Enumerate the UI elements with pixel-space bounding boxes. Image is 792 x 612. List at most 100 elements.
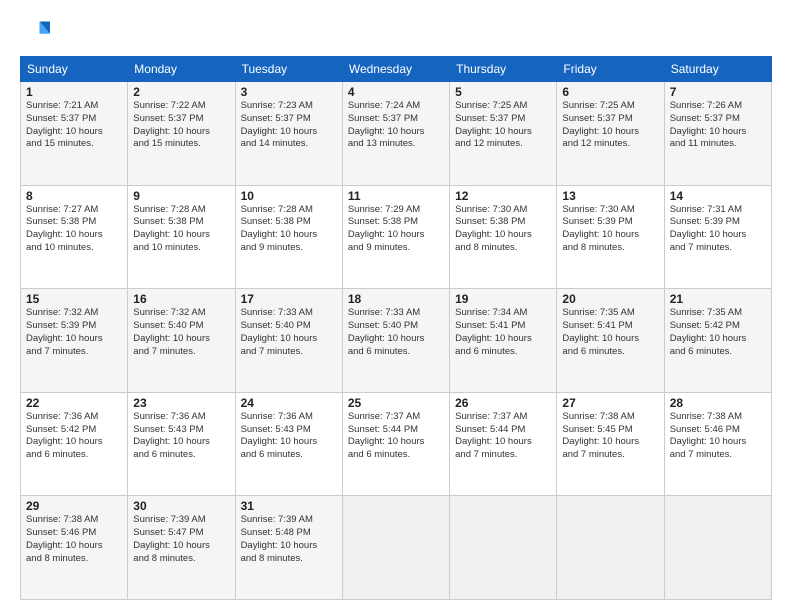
calendar-cell: 26Sunrise: 7:37 AM Sunset: 5:44 PM Dayli…	[450, 392, 557, 496]
calendar-cell: 27Sunrise: 7:38 AM Sunset: 5:45 PM Dayli…	[557, 392, 664, 496]
day-number: 25	[348, 396, 444, 410]
weekday-header-monday: Monday	[128, 57, 235, 82]
day-number: 28	[670, 396, 766, 410]
day-number: 18	[348, 292, 444, 306]
day-info: Sunrise: 7:25 AM Sunset: 5:37 PM Dayligh…	[455, 100, 551, 151]
day-number: 14	[670, 189, 766, 203]
day-number: 13	[562, 189, 658, 203]
day-info: Sunrise: 7:25 AM Sunset: 5:37 PM Dayligh…	[562, 100, 658, 151]
page: SundayMondayTuesdayWednesdayThursdayFrid…	[0, 0, 792, 612]
calendar-cell: 22Sunrise: 7:36 AM Sunset: 5:42 PM Dayli…	[21, 392, 128, 496]
day-info: Sunrise: 7:39 AM Sunset: 5:48 PM Dayligh…	[241, 514, 337, 565]
day-number: 8	[26, 189, 122, 203]
day-number: 15	[26, 292, 122, 306]
calendar-cell	[664, 496, 771, 600]
day-info: Sunrise: 7:26 AM Sunset: 5:37 PM Dayligh…	[670, 100, 766, 151]
calendar-cell: 17Sunrise: 7:33 AM Sunset: 5:40 PM Dayli…	[235, 289, 342, 393]
day-number: 1	[26, 85, 122, 99]
day-info: Sunrise: 7:28 AM Sunset: 5:38 PM Dayligh…	[133, 204, 229, 255]
calendar-cell: 6Sunrise: 7:25 AM Sunset: 5:37 PM Daylig…	[557, 82, 664, 186]
logo-icon	[22, 18, 50, 46]
day-number: 23	[133, 396, 229, 410]
weekday-header-saturday: Saturday	[664, 57, 771, 82]
calendar-week-row: 1Sunrise: 7:21 AM Sunset: 5:37 PM Daylig…	[21, 82, 772, 186]
calendar-cell: 28Sunrise: 7:38 AM Sunset: 5:46 PM Dayli…	[664, 392, 771, 496]
day-number: 16	[133, 292, 229, 306]
weekday-header-sunday: Sunday	[21, 57, 128, 82]
day-info: Sunrise: 7:28 AM Sunset: 5:38 PM Dayligh…	[241, 204, 337, 255]
day-info: Sunrise: 7:37 AM Sunset: 5:44 PM Dayligh…	[348, 411, 444, 462]
day-info: Sunrise: 7:27 AM Sunset: 5:38 PM Dayligh…	[26, 204, 122, 255]
day-info: Sunrise: 7:32 AM Sunset: 5:39 PM Dayligh…	[26, 307, 122, 358]
calendar-cell: 3Sunrise: 7:23 AM Sunset: 5:37 PM Daylig…	[235, 82, 342, 186]
day-info: Sunrise: 7:38 AM Sunset: 5:45 PM Dayligh…	[562, 411, 658, 462]
calendar-cell: 21Sunrise: 7:35 AM Sunset: 5:42 PM Dayli…	[664, 289, 771, 393]
day-info: Sunrise: 7:21 AM Sunset: 5:37 PM Dayligh…	[26, 100, 122, 151]
header	[20, 18, 772, 46]
calendar-week-row: 8Sunrise: 7:27 AM Sunset: 5:38 PM Daylig…	[21, 185, 772, 289]
calendar-cell: 4Sunrise: 7:24 AM Sunset: 5:37 PM Daylig…	[342, 82, 449, 186]
day-info: Sunrise: 7:36 AM Sunset: 5:43 PM Dayligh…	[241, 411, 337, 462]
calendar-cell: 18Sunrise: 7:33 AM Sunset: 5:40 PM Dayli…	[342, 289, 449, 393]
calendar-cell: 12Sunrise: 7:30 AM Sunset: 5:38 PM Dayli…	[450, 185, 557, 289]
day-info: Sunrise: 7:38 AM Sunset: 5:46 PM Dayligh…	[26, 514, 122, 565]
calendar-cell: 9Sunrise: 7:28 AM Sunset: 5:38 PM Daylig…	[128, 185, 235, 289]
day-info: Sunrise: 7:31 AM Sunset: 5:39 PM Dayligh…	[670, 204, 766, 255]
day-info: Sunrise: 7:36 AM Sunset: 5:43 PM Dayligh…	[133, 411, 229, 462]
day-info: Sunrise: 7:33 AM Sunset: 5:40 PM Dayligh…	[241, 307, 337, 358]
calendar-cell: 5Sunrise: 7:25 AM Sunset: 5:37 PM Daylig…	[450, 82, 557, 186]
day-info: Sunrise: 7:35 AM Sunset: 5:42 PM Dayligh…	[670, 307, 766, 358]
day-info: Sunrise: 7:36 AM Sunset: 5:42 PM Dayligh…	[26, 411, 122, 462]
day-info: Sunrise: 7:35 AM Sunset: 5:41 PM Dayligh…	[562, 307, 658, 358]
day-info: Sunrise: 7:24 AM Sunset: 5:37 PM Dayligh…	[348, 100, 444, 151]
calendar-cell: 11Sunrise: 7:29 AM Sunset: 5:38 PM Dayli…	[342, 185, 449, 289]
day-number: 29	[26, 499, 122, 513]
calendar-cell: 14Sunrise: 7:31 AM Sunset: 5:39 PM Dayli…	[664, 185, 771, 289]
calendar-cell: 7Sunrise: 7:26 AM Sunset: 5:37 PM Daylig…	[664, 82, 771, 186]
logo	[20, 18, 50, 46]
day-number: 30	[133, 499, 229, 513]
weekday-header-friday: Friday	[557, 57, 664, 82]
calendar-cell: 10Sunrise: 7:28 AM Sunset: 5:38 PM Dayli…	[235, 185, 342, 289]
day-number: 7	[670, 85, 766, 99]
calendar-cell: 31Sunrise: 7:39 AM Sunset: 5:48 PM Dayli…	[235, 496, 342, 600]
day-number: 3	[241, 85, 337, 99]
day-number: 11	[348, 189, 444, 203]
calendar-cell: 16Sunrise: 7:32 AM Sunset: 5:40 PM Dayli…	[128, 289, 235, 393]
day-info: Sunrise: 7:29 AM Sunset: 5:38 PM Dayligh…	[348, 204, 444, 255]
calendar-cell: 23Sunrise: 7:36 AM Sunset: 5:43 PM Dayli…	[128, 392, 235, 496]
calendar-cell: 15Sunrise: 7:32 AM Sunset: 5:39 PM Dayli…	[21, 289, 128, 393]
day-info: Sunrise: 7:37 AM Sunset: 5:44 PM Dayligh…	[455, 411, 551, 462]
weekday-header-row: SundayMondayTuesdayWednesdayThursdayFrid…	[21, 57, 772, 82]
day-info: Sunrise: 7:30 AM Sunset: 5:39 PM Dayligh…	[562, 204, 658, 255]
calendar-table: SundayMondayTuesdayWednesdayThursdayFrid…	[20, 56, 772, 600]
calendar-cell	[450, 496, 557, 600]
day-number: 2	[133, 85, 229, 99]
day-number: 5	[455, 85, 551, 99]
day-number: 26	[455, 396, 551, 410]
calendar-cell	[557, 496, 664, 600]
day-info: Sunrise: 7:38 AM Sunset: 5:46 PM Dayligh…	[670, 411, 766, 462]
calendar-week-row: 15Sunrise: 7:32 AM Sunset: 5:39 PM Dayli…	[21, 289, 772, 393]
calendar-cell: 19Sunrise: 7:34 AM Sunset: 5:41 PM Dayli…	[450, 289, 557, 393]
day-number: 24	[241, 396, 337, 410]
day-number: 31	[241, 499, 337, 513]
day-info: Sunrise: 7:33 AM Sunset: 5:40 PM Dayligh…	[348, 307, 444, 358]
day-number: 9	[133, 189, 229, 203]
calendar-cell: 30Sunrise: 7:39 AM Sunset: 5:47 PM Dayli…	[128, 496, 235, 600]
weekday-header-wednesday: Wednesday	[342, 57, 449, 82]
calendar-cell: 29Sunrise: 7:38 AM Sunset: 5:46 PM Dayli…	[21, 496, 128, 600]
day-info: Sunrise: 7:32 AM Sunset: 5:40 PM Dayligh…	[133, 307, 229, 358]
day-info: Sunrise: 7:30 AM Sunset: 5:38 PM Dayligh…	[455, 204, 551, 255]
day-number: 4	[348, 85, 444, 99]
calendar-cell: 1Sunrise: 7:21 AM Sunset: 5:37 PM Daylig…	[21, 82, 128, 186]
calendar-cell: 24Sunrise: 7:36 AM Sunset: 5:43 PM Dayli…	[235, 392, 342, 496]
day-number: 20	[562, 292, 658, 306]
day-info: Sunrise: 7:39 AM Sunset: 5:47 PM Dayligh…	[133, 514, 229, 565]
day-number: 10	[241, 189, 337, 203]
weekday-header-thursday: Thursday	[450, 57, 557, 82]
calendar-cell: 25Sunrise: 7:37 AM Sunset: 5:44 PM Dayli…	[342, 392, 449, 496]
day-number: 22	[26, 396, 122, 410]
day-number: 19	[455, 292, 551, 306]
day-number: 12	[455, 189, 551, 203]
